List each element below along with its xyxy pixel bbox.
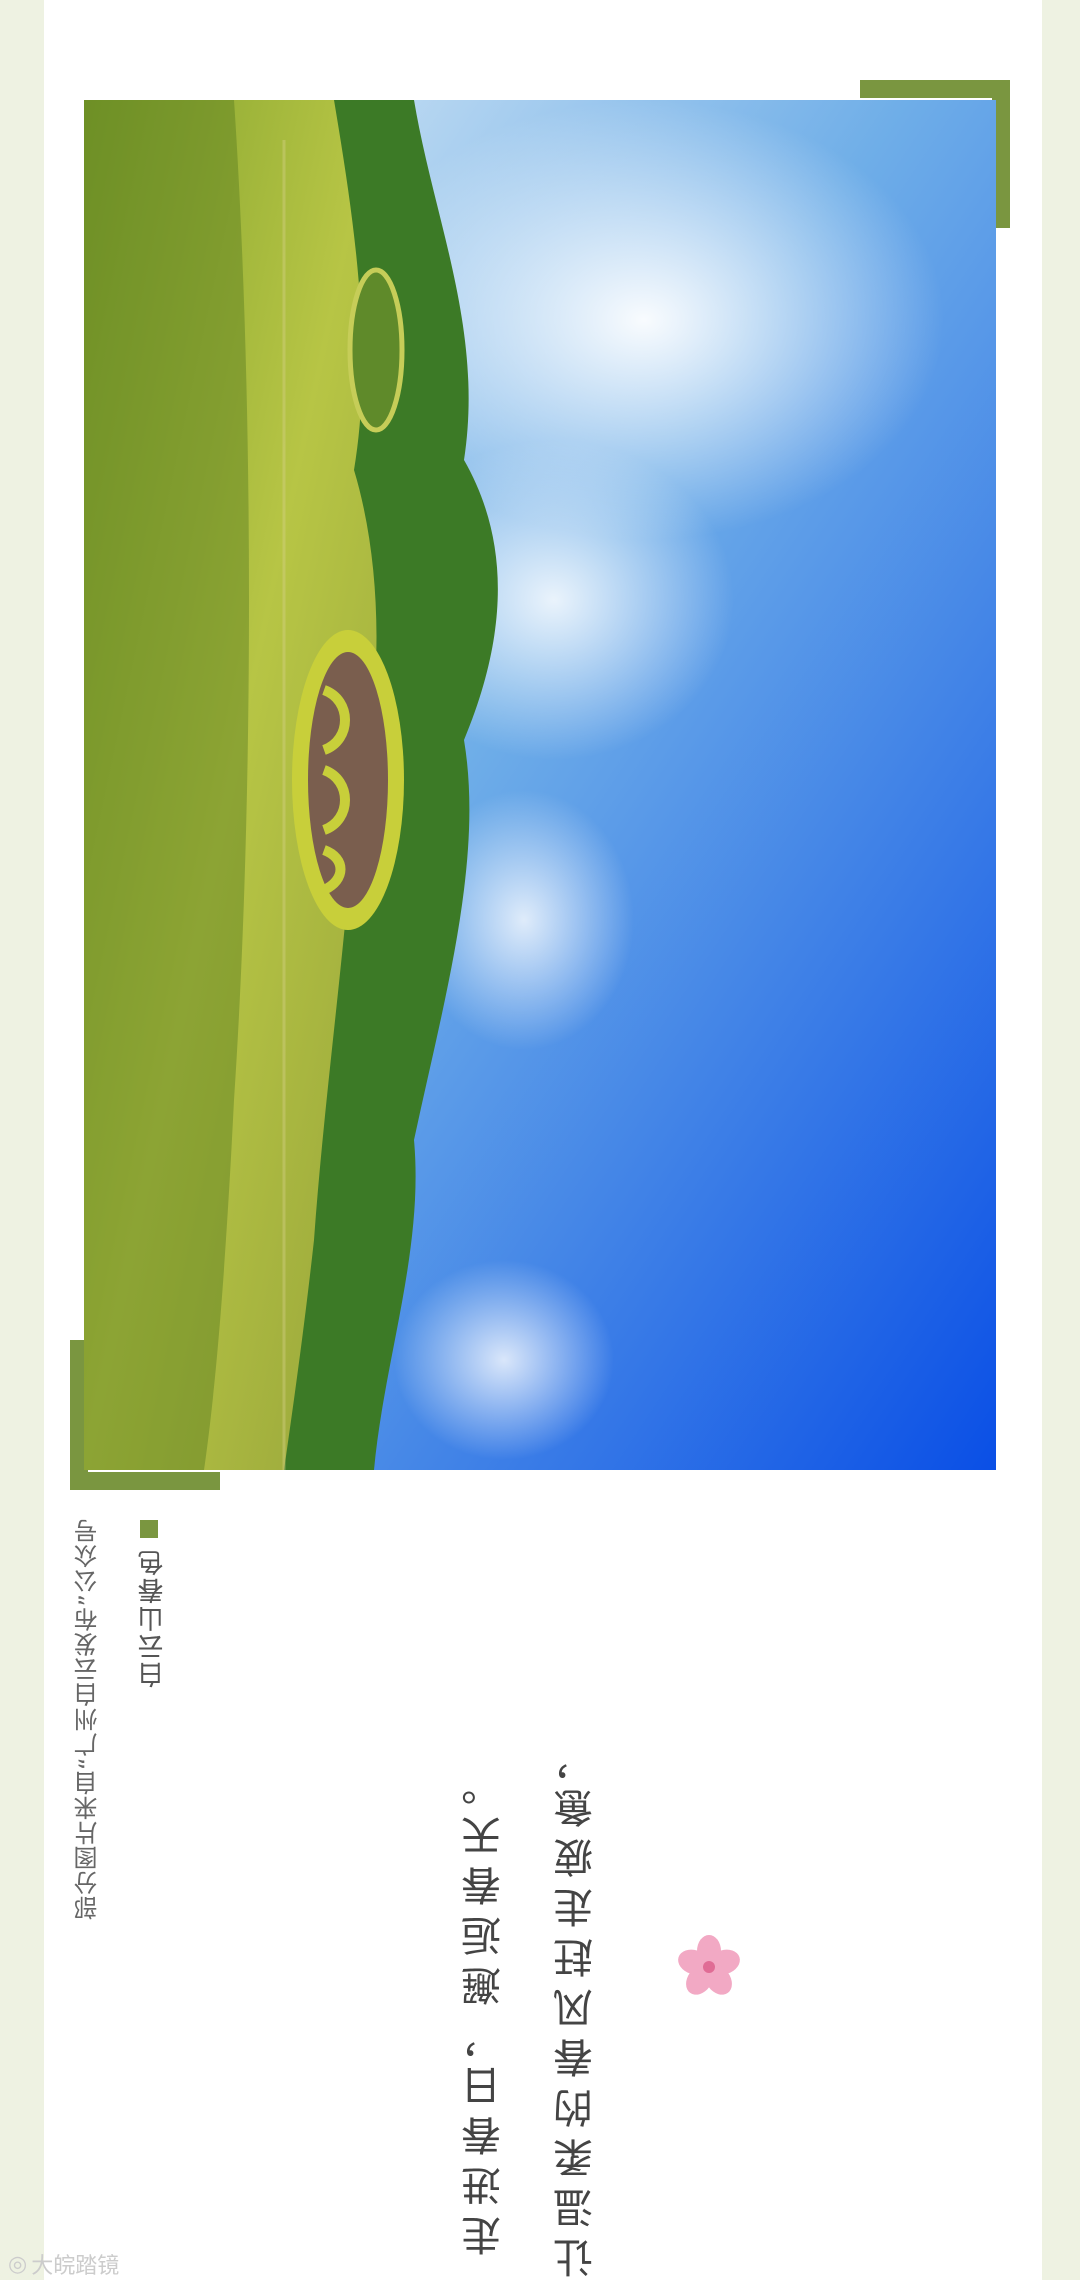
photo-credit: 部分图片来自“广州白云发布”公众号 [74,1518,102,1920]
watermark-logo-icon: ◎ [8,2251,28,2277]
poem-line-2: 走进春日，邂逅春天。 [462,1756,508,2256]
poem-line-1: 让温柔的春风赶走疲惫， [554,1728,600,2278]
pink-flower-icon [672,1930,746,2004]
watermark-text: 大皖踏镜 [31,2254,120,2279]
photo-caption: 白云山春色 [138,1548,168,1688]
watermark: ◎ 大皖踏镜 [8,2248,119,2280]
park-landscape-photo [84,100,996,1470]
caption-marker [140,1520,158,1538]
